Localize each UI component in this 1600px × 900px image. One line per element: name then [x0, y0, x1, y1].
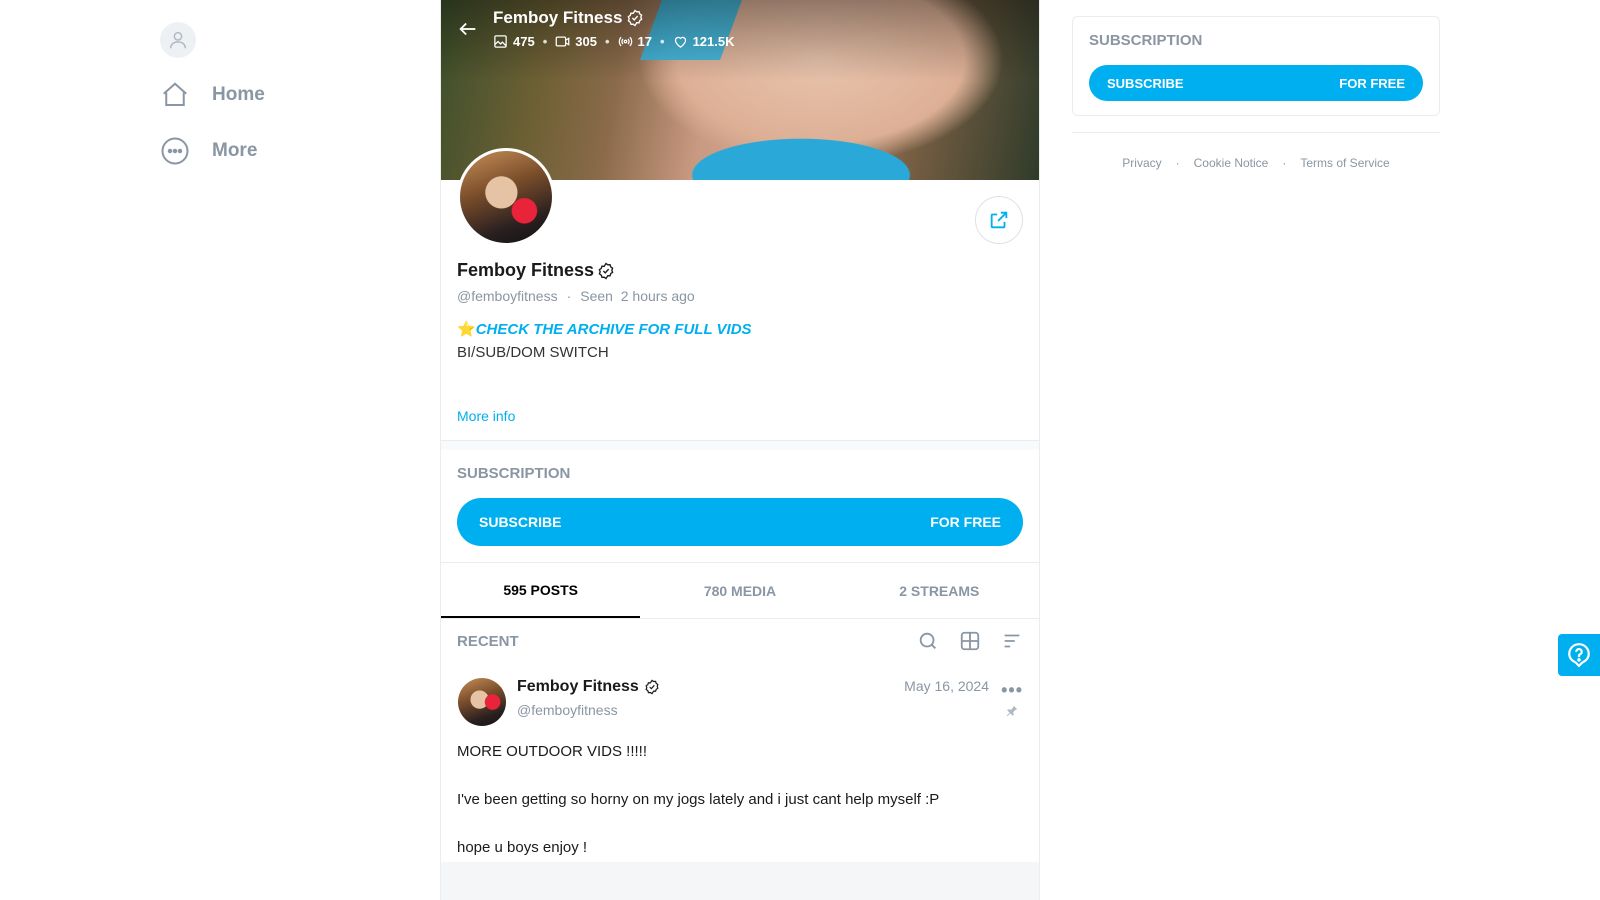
post-author-handle[interactable]: @femboyfitness: [517, 702, 618, 718]
user-avatar[interactable]: [160, 22, 196, 58]
stat-likes: 121.5K: [673, 34, 735, 49]
verified-icon: [597, 262, 615, 280]
post-text: MORE OUTDOOR VIDS !!!!! I've been gettin…: [457, 740, 939, 860]
user-icon: [169, 31, 187, 49]
last-seen-label: Seen: [580, 288, 613, 304]
tab-media[interactable]: 780 MEDIA: [640, 563, 839, 618]
verified-icon: [644, 679, 660, 695]
nav-item-home[interactable]: Home: [160, 80, 265, 110]
post-date: May 16, 2024: [904, 678, 989, 694]
subscribe-button[interactable]: SUBSCRIBE FOR FREE: [457, 498, 1023, 546]
help-icon: [1568, 643, 1590, 668]
home-icon: [163, 82, 187, 106]
bio-highlight-text: CHECK THE ARCHIVE FOR FULL VIDS: [475, 321, 752, 338]
profile-tabs: 595 POSTS 780 MEDIA 2 STREAMS: [441, 563, 1039, 619]
post-media-placeholder: [441, 862, 1039, 900]
profile-avatar[interactable]: [457, 148, 555, 246]
star-icon: ⭐: [457, 321, 476, 338]
cover-header: Femboy Fitness 475 • 305 • 17 • 121.5K: [457, 8, 734, 49]
help-button[interactable]: [1558, 634, 1600, 676]
footer-link-terms[interactable]: Terms of Service: [1300, 156, 1389, 170]
video-icon: [555, 36, 570, 47]
feed-toolbar: RECENT: [457, 630, 1023, 652]
footer-link-privacy[interactable]: Privacy: [1122, 156, 1161, 170]
post-author-name[interactable]: Femboy Fitness: [517, 678, 660, 696]
grid-view-icon[interactable]: [959, 630, 981, 652]
heart-icon: [674, 36, 686, 48]
stat-streams: 17: [618, 34, 652, 49]
right-divider: [1072, 132, 1440, 133]
verified-icon: [626, 9, 644, 27]
stat-videos-count: 305: [575, 34, 597, 49]
section-divider: [441, 440, 1039, 450]
feed-section-label: RECENT: [457, 632, 519, 650]
post-text-line: MORE OUTDOOR VIDS !!!!!: [457, 743, 648, 760]
stat-separator: •: [660, 34, 665, 49]
stat-separator: •: [604, 34, 610, 49]
share-icon: [990, 211, 1008, 229]
cover-info: Femboy Fitness 475 • 305 • 17 • 121.5K: [493, 8, 734, 49]
profile-handle-row: @femboyfitness · Seen 2 hours ago: [457, 288, 695, 304]
feed-tools: [917, 630, 1023, 652]
share-button[interactable]: [975, 196, 1023, 244]
profile-column: Femboy Fitness 475 • 305 • 17 • 121.5K F…: [440, 0, 1040, 900]
subscribe-button-price: FOR FREE: [930, 514, 1001, 530]
stat-separator: •: [542, 34, 548, 49]
stat-photos: 475: [493, 34, 535, 49]
last-seen: Seen 2 hours ago: [580, 288, 694, 304]
image-icon: [494, 35, 507, 48]
stat-photos-count: 475: [513, 34, 535, 49]
sort-icon[interactable]: [1001, 630, 1023, 652]
post-author-avatar[interactable]: [458, 678, 506, 726]
back-button[interactable]: [457, 8, 479, 45]
profile-name: Femboy Fitness: [457, 260, 615, 281]
profile-handle: @femboyfitness: [457, 288, 558, 304]
last-seen-time: 2 hours ago: [620, 288, 695, 304]
profile-name-text: Femboy Fitness: [457, 260, 595, 280]
footer-separator: ·: [1282, 156, 1287, 170]
bio-highlight[interactable]: ⭐CHECK THE ARCHIVE FOR FULL VIDS: [457, 320, 752, 338]
post-menu-icon[interactable]: •••: [1001, 680, 1023, 701]
subscribe-button-label: SUBSCRIBE: [479, 514, 562, 530]
footer-links: Privacy · Cookie Notice · Terms of Servi…: [1072, 156, 1440, 170]
bio-text: BI/SUB/DOM SWITCH: [457, 344, 609, 361]
post-author-name-text: Femboy Fitness: [517, 678, 639, 695]
stat-videos: 305: [555, 34, 597, 49]
nav-item-more[interactable]: More: [160, 136, 257, 166]
post-text-line: hope u boys enjoy !: [457, 839, 588, 856]
footer-link-cookie-notice[interactable]: Cookie Notice: [1194, 156, 1269, 170]
search-icon[interactable]: [917, 630, 939, 652]
nav-item-home-label: Home: [212, 84, 265, 105]
cover-name: Femboy Fitness: [493, 8, 623, 27]
nav-item-more-label: More: [212, 140, 258, 161]
right-subscription-label: SUBSCRIPTION: [1089, 32, 1203, 49]
more-icon: [161, 137, 189, 165]
cover-title: Femboy Fitness: [493, 8, 734, 28]
pin-icon: [1005, 704, 1019, 723]
post-text-line: I've been getting so horny on my jogs la…: [457, 791, 940, 808]
right-subscription-card: SUBSCRIPTION SUBSCRIBE FOR FREE: [1072, 16, 1440, 116]
right-subscribe-button-price: FOR FREE: [1339, 75, 1405, 91]
stat-streams-count: 17: [637, 34, 652, 49]
handle-separator: ·: [566, 288, 572, 304]
right-subscribe-button[interactable]: SUBSCRIBE FOR FREE: [1089, 65, 1423, 101]
more-info-link[interactable]: More info: [457, 408, 515, 424]
broadcast-icon: [618, 36, 632, 47]
tab-posts[interactable]: 595 POSTS: [441, 563, 641, 618]
bio-fade: [457, 392, 757, 402]
cover-image: Femboy Fitness 475 • 305 • 17 • 121.5K: [441, 0, 1039, 180]
tab-streams[interactable]: 2 STREAMS: [840, 563, 1039, 618]
profile-stats: 475 • 305 • 17 • 121.5K: [493, 34, 734, 49]
back-arrow-icon: [459, 22, 476, 36]
stat-likes-count: 121.5K: [692, 34, 735, 49]
footer-separator: ·: [1175, 156, 1180, 170]
right-subscribe-button-label: SUBSCRIBE: [1107, 75, 1184, 91]
subscription-label: SUBSCRIPTION: [457, 465, 571, 482]
